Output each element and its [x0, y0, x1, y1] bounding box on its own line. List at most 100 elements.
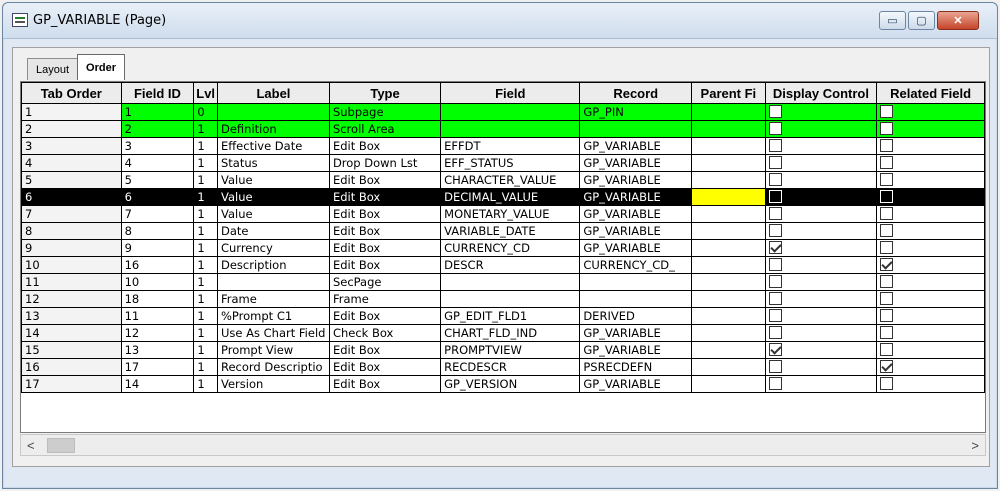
cell-type[interactable]: Scroll Area: [328, 120, 442, 138]
cell-lvl[interactable]: 0: [193, 103, 218, 121]
cell-label[interactable]: Definition: [216, 120, 330, 138]
cell-label[interactable]: [216, 273, 330, 291]
table-row[interactable]: 16 17 1 Record Descriptio Edit Box RECDESCR PS…: [21, 358, 985, 376]
cell-lvl[interactable]: 1: [193, 273, 218, 291]
table-row[interactable]: 10 16 1 Description Edit Box DESCR CURRENCY_CD…: [21, 256, 985, 274]
cell-tab-order[interactable]: 12: [21, 290, 122, 308]
cell-parent-field[interactable]: [691, 103, 766, 121]
table-row[interactable]: 14 12 1 Use As Chart Field Check Box CHART_FL…: [21, 324, 985, 342]
cell-lvl[interactable]: 1: [193, 358, 218, 376]
cell-parent-field[interactable]: [691, 341, 766, 359]
cell-parent-field[interactable]: [691, 375, 766, 393]
table-row[interactable]: 17 14 1 Version Edit Box GP_VERSION GP_VARIABL…: [21, 375, 985, 393]
display-control-checkbox[interactable]: [768, 343, 782, 356]
table-row[interactable]: 9 9 1 Currency Edit Box CURRENCY_CD GP_VARIABL…: [21, 239, 985, 257]
cell-label[interactable]: Date: [216, 222, 330, 240]
cell-type[interactable]: Edit Box: [328, 205, 442, 223]
cell-field[interactable]: MONETARY_VALUE: [440, 205, 581, 223]
cell-record[interactable]: [579, 120, 693, 138]
cell-record[interactable]: GP_VARIABLE: [579, 137, 693, 155]
cell-label[interactable]: Use As Chart Field: [216, 324, 330, 342]
table-row[interactable]: 6 6 1 Value Edit Box DECIMAL_VALUE GP_VARIABLE: [21, 188, 985, 206]
cell-field[interactable]: PROMPTVIEW: [440, 341, 581, 359]
cell-tab-order[interactable]: 7: [21, 205, 122, 223]
cell-field[interactable]: VARIABLE_DATE: [440, 222, 581, 240]
cell-tab-order[interactable]: 13: [21, 307, 122, 325]
cell-record[interactable]: GP_VARIABLE: [579, 375, 693, 393]
cell-record[interactable]: GP_VARIABLE: [579, 205, 693, 223]
display-control-checkbox[interactable]: [768, 258, 782, 271]
cell-lvl[interactable]: 1: [193, 375, 218, 393]
related-field-checkbox[interactable]: [880, 173, 894, 186]
cell-lvl[interactable]: 1: [193, 290, 218, 308]
cell-field[interactable]: CHART_FLD_IND: [440, 324, 581, 342]
cell-tab-order[interactable]: 9: [21, 239, 122, 257]
cell-label[interactable]: Value: [216, 205, 330, 223]
related-field-checkbox[interactable]: [880, 224, 894, 237]
table-row[interactable]: 15 13 1 Prompt View Edit Box PROMPTVIEW GP_VAR…: [21, 341, 985, 359]
display-control-checkbox[interactable]: [768, 360, 782, 373]
cell-type[interactable]: Drop Down Lst: [328, 154, 442, 172]
cell-label[interactable]: %Prompt C1: [216, 307, 330, 325]
maximize-button[interactable]: ▢: [908, 11, 935, 30]
display-control-checkbox[interactable]: [768, 275, 782, 288]
scroll-thumb[interactable]: [47, 438, 75, 453]
cell-record[interactable]: GP_VARIABLE: [579, 324, 693, 342]
scroll-right-icon[interactable]: >: [971, 438, 979, 453]
cell-field-id[interactable]: 3: [120, 137, 195, 155]
cell-tab-order[interactable]: 11: [21, 273, 122, 291]
cell-tab-order[interactable]: 14: [21, 324, 122, 342]
cell-label[interactable]: Prompt View: [216, 341, 330, 359]
cell-type[interactable]: Edit Box: [328, 341, 442, 359]
cell-field-id[interactable]: 13: [120, 341, 195, 359]
title-bar[interactable]: GP_VARIABLE (Page) ▭ ▢ ✕: [3, 3, 997, 39]
cell-field-id[interactable]: 14: [120, 375, 195, 393]
cell-lvl[interactable]: 1: [193, 341, 218, 359]
table-row[interactable]: 13 11 1 %Prompt C1 Edit Box GP_EDIT_FLD1 DERIV…: [21, 307, 985, 325]
cell-lvl[interactable]: 1: [193, 188, 218, 206]
cell-field[interactable]: DECIMAL_VALUE: [440, 188, 581, 206]
close-button[interactable]: ✕: [937, 11, 979, 30]
scroll-left-icon[interactable]: <: [27, 438, 35, 453]
cell-field-id[interactable]: 17: [120, 358, 195, 376]
display-control-checkbox[interactable]: [768, 122, 782, 135]
table-row[interactable]: 8 8 1 Date Edit Box VARIABLE_DATE GP_VARIABLE: [21, 222, 985, 240]
cell-field-id[interactable]: 9: [120, 239, 195, 257]
cell-record[interactable]: GP_VARIABLE: [579, 341, 693, 359]
column-header-lvl[interactable]: Lvl: [193, 82, 218, 104]
cell-parent-field[interactable]: [691, 171, 766, 189]
column-header-related-field[interactable]: Related Field: [876, 82, 985, 104]
table-row[interactable]: 1 1 0 Subpage GP_PIN: [21, 103, 985, 121]
display-control-checkbox[interactable]: [768, 139, 782, 152]
cell-tab-order[interactable]: 8: [21, 222, 122, 240]
cell-lvl[interactable]: 1: [193, 205, 218, 223]
cell-record[interactable]: GP_VARIABLE: [579, 188, 693, 206]
tab-layout[interactable]: Layout: [27, 58, 79, 80]
cell-parent-field[interactable]: [691, 188, 766, 206]
cell-parent-field[interactable]: [691, 290, 766, 308]
cell-parent-field[interactable]: [691, 239, 766, 257]
related-field-checkbox[interactable]: [880, 258, 894, 271]
cell-field[interactable]: EFF_STATUS: [440, 154, 581, 172]
display-control-checkbox[interactable]: [768, 309, 782, 322]
related-field-checkbox[interactable]: [880, 241, 894, 254]
cell-tab-order[interactable]: 17: [21, 375, 122, 393]
cell-label[interactable]: Currency: [216, 239, 330, 257]
cell-field-id[interactable]: 11: [120, 307, 195, 325]
cell-field-id[interactable]: 2: [120, 120, 195, 138]
cell-lvl[interactable]: 1: [193, 239, 218, 257]
cell-type[interactable]: Edit Box: [328, 256, 442, 274]
tab-order[interactable]: Order: [77, 54, 125, 80]
cell-lvl[interactable]: 1: [193, 222, 218, 240]
related-field-checkbox[interactable]: [880, 207, 894, 220]
cell-parent-field[interactable]: [691, 273, 766, 291]
column-header-field[interactable]: Field: [440, 82, 581, 104]
related-field-checkbox[interactable]: [880, 139, 894, 152]
cell-record[interactable]: DERIVED: [579, 307, 693, 325]
cell-lvl[interactable]: 1: [193, 256, 218, 274]
column-header-type[interactable]: Type: [328, 82, 442, 104]
cell-tab-order[interactable]: 3: [21, 137, 122, 155]
cell-record[interactable]: GP_VARIABLE: [579, 239, 693, 257]
cell-record[interactable]: GP_VARIABLE: [579, 222, 693, 240]
cell-type[interactable]: Subpage: [328, 103, 442, 121]
